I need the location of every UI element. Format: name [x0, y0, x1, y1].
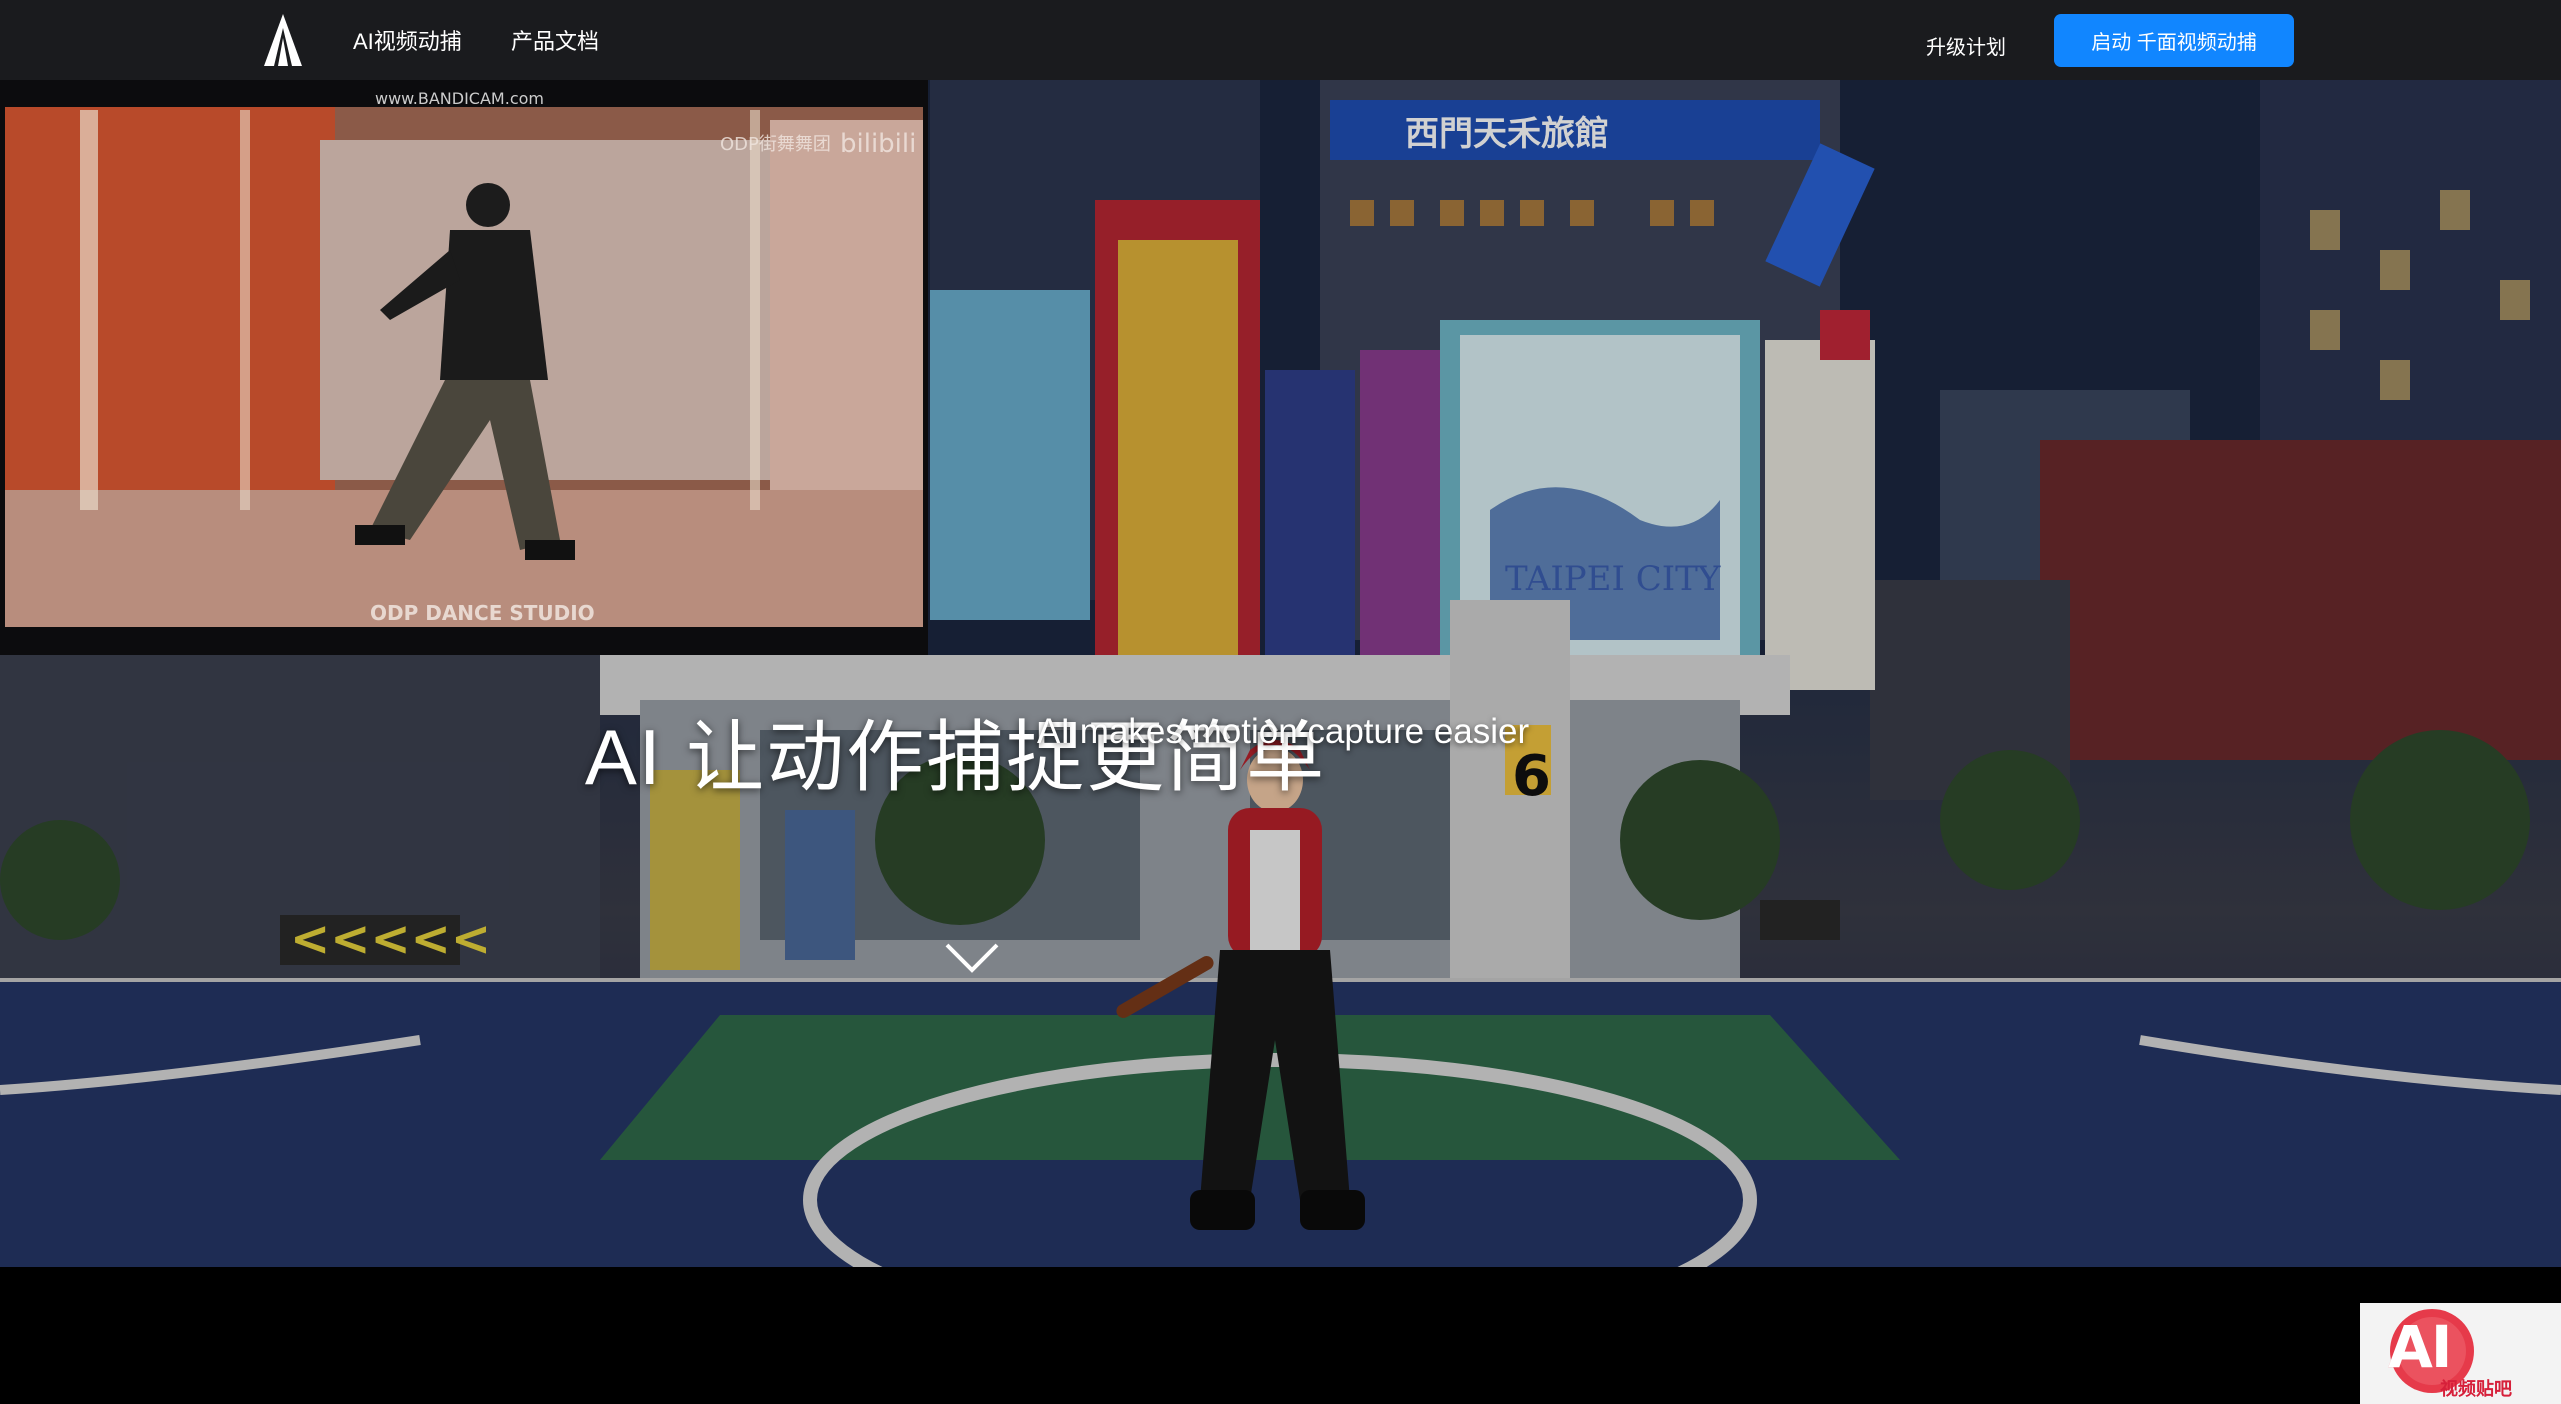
- brand-logo-icon[interactable]: [262, 12, 304, 68]
- reference-video-panel[interactable]: www.BANDICAM.com ODP街舞舞团 bilibili ODP DA…: [0, 80, 928, 655]
- dance-video-frame: www.BANDICAM.com ODP街舞舞团 bilibili ODP DA…: [0, 80, 928, 655]
- launch-mocap-button[interactable]: 启动 千面视频动捕: [2054, 14, 2294, 67]
- watermark-subtext: 视频贴吧: [2440, 1379, 2512, 1399]
- hero-subtitle: AI makes motion capture easier: [1037, 712, 1530, 751]
- chevron-down-icon[interactable]: [944, 940, 1000, 976]
- watermark-letters: AI: [2388, 1313, 2452, 1381]
- nav-link-docs[interactable]: 产品文档: [511, 24, 599, 56]
- watermark-badge: AI 视频贴吧: [2360, 1303, 2561, 1404]
- page: AI视频动捕 产品文档 升级计划 启动 千面视频动捕 <<<<< 西門天禾旅館 …: [0, 0, 2561, 1404]
- navbar: AI视频动捕 产品文档 升级计划 启动 千面视频动捕: [0, 0, 2561, 80]
- hero-section: <<<<< 西門天禾旅館 TAIPEI CITY 6 www.BANDICAM.…: [0, 80, 2561, 1267]
- video-studio-text: ODP DANCE STUDIO: [370, 601, 595, 625]
- nav-link-ai-mocap[interactable]: AI视频动捕: [353, 24, 462, 56]
- video-top-watermark: www.BANDICAM.com: [375, 89, 544, 108]
- nav-link-upgrade[interactable]: 升级计划: [1926, 31, 2006, 60]
- video-corner-text: ODP街舞舞团: [720, 134, 831, 155]
- video-brand-text: bilibili: [840, 129, 916, 159]
